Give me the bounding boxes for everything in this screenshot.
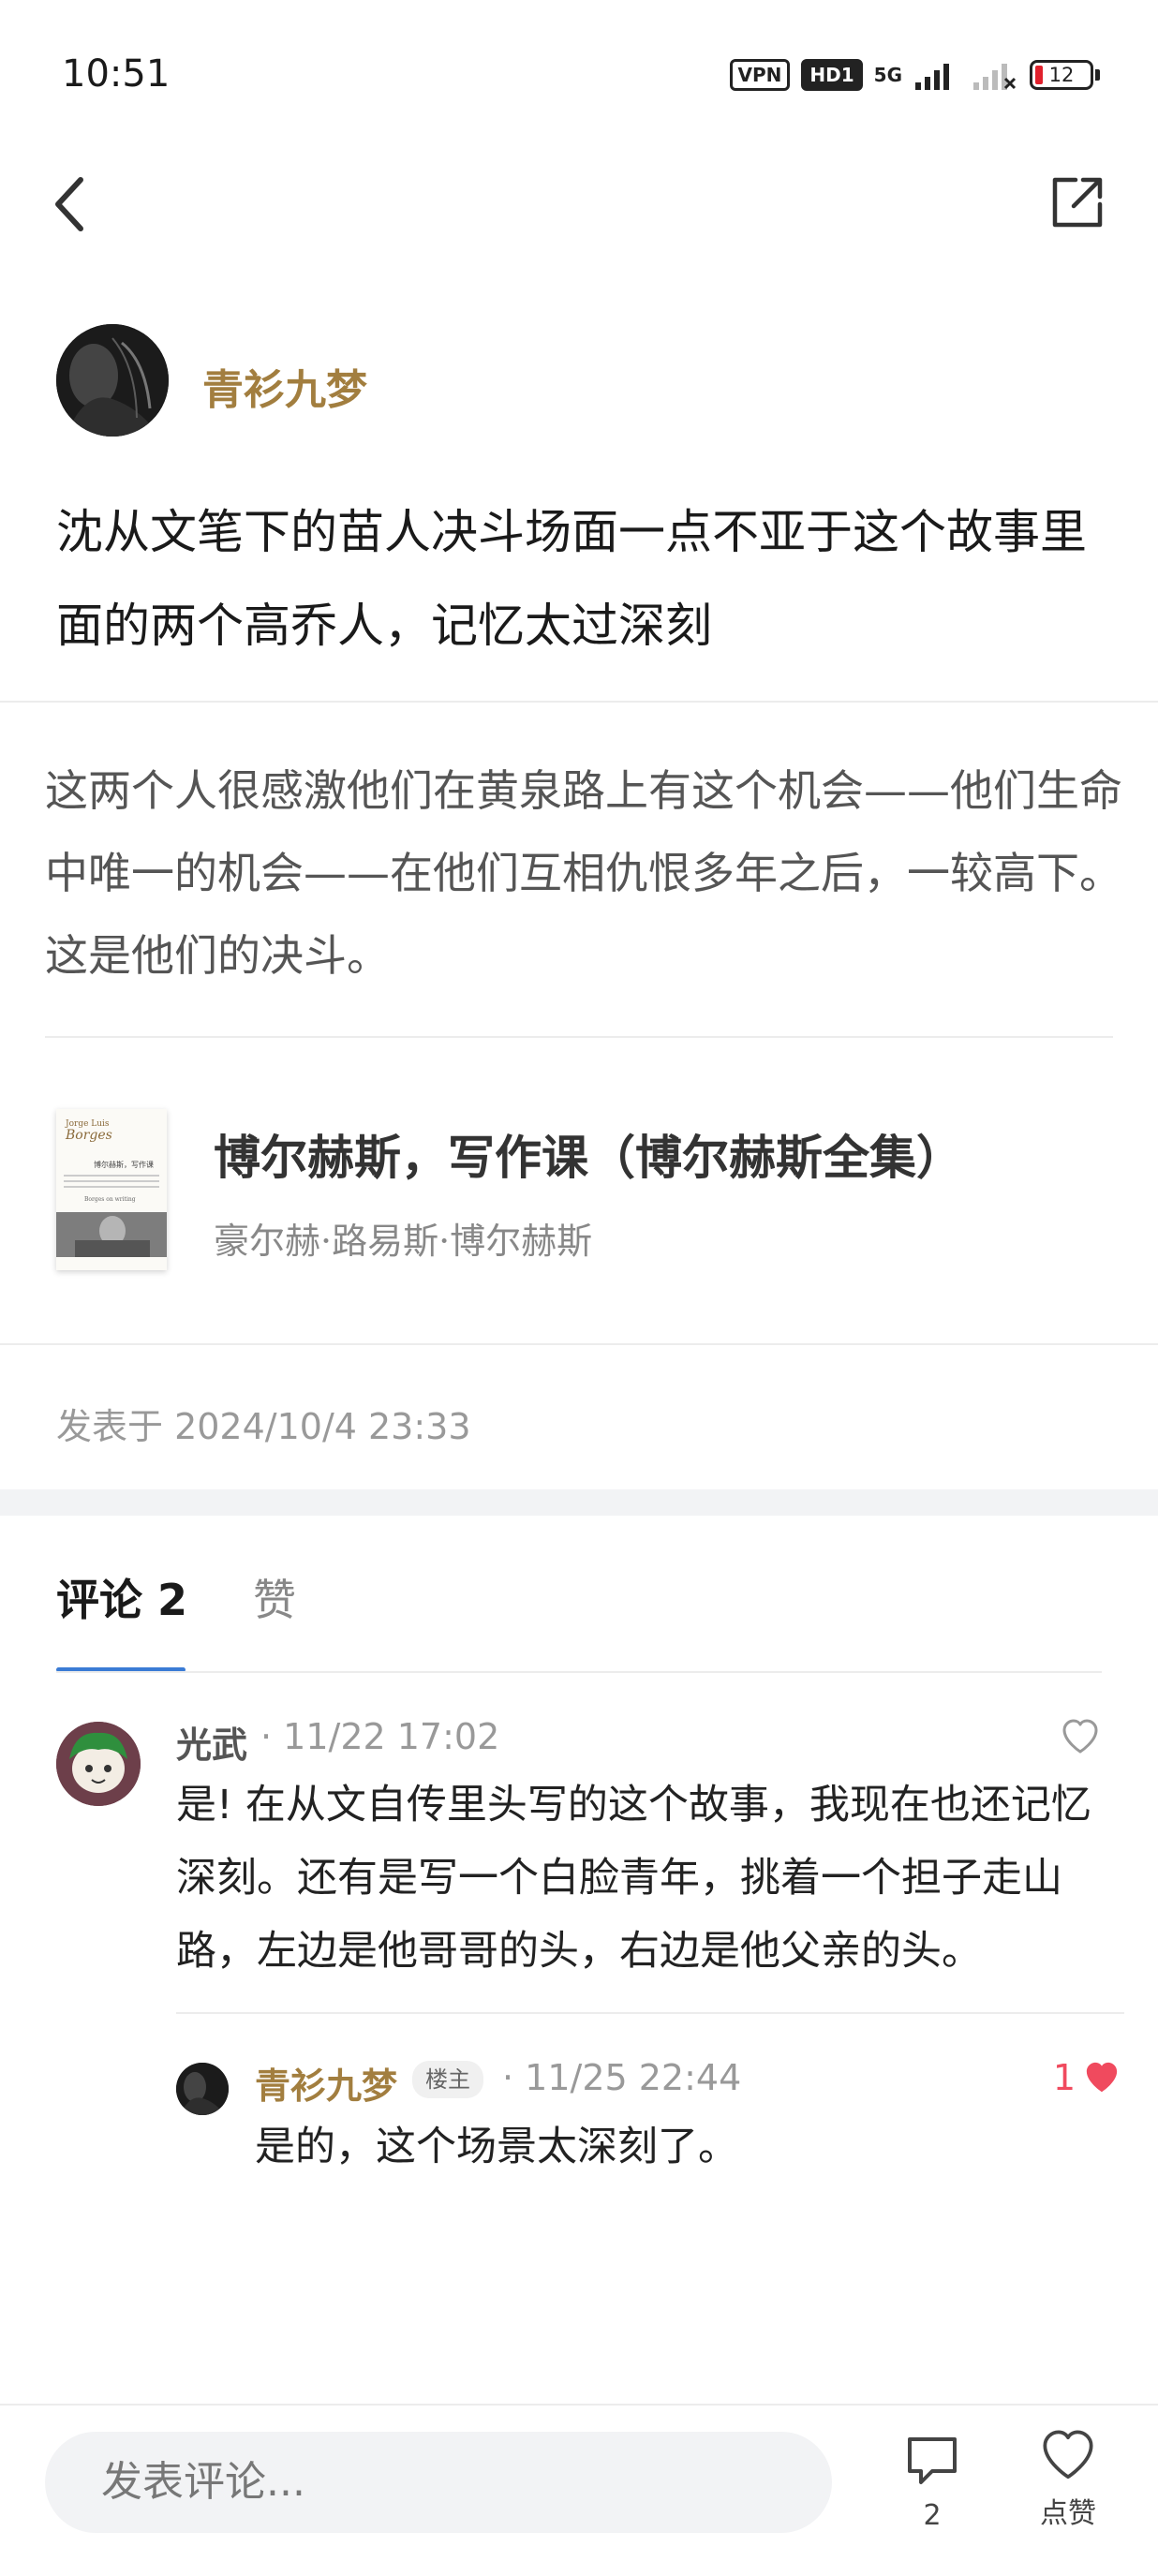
cover-subtitle: Borges on writing (84, 1196, 136, 1203)
share-external-icon[interactable] (1047, 172, 1107, 232)
book-title[interactable]: 博尔赫斯，写作课（博尔赫斯全集） (214, 1120, 963, 1188)
book-cover[interactable]: Jorge Luis Borges 博尔赫斯，写作课 Borges on wri… (56, 1109, 167, 1270)
reply-author[interactable]: 青衫九梦 (255, 2057, 397, 2109)
like-button[interactable]: 点赞 (1031, 2428, 1106, 2531)
post-title: 沈从文笔下的苗人决斗场面一点不亚于这个故事里面的两个高乔人，记忆太过深刻 (56, 505, 1087, 653)
comment-text: 是! 在从文自传里头写的这个故事，我现在也还记忆深刻。还有是写一个白脸青年，挑着… (176, 1782, 1091, 1975)
reply-like-count: 1 (1052, 2057, 1076, 2098)
heart-outline-icon[interactable] (1061, 1718, 1100, 1755)
divider (0, 2404, 1158, 2406)
heart-filled-icon (1086, 2062, 1118, 2093)
quoted-passage: 这两个人很感激他们在黄泉路上有这个机会——他们生命中唯一的机会——在他们互相仇恨… (45, 765, 1122, 981)
hd-icon: HD1 (801, 59, 863, 91)
network-type-label: 5G (873, 64, 902, 86)
cover-title: 博尔赫斯，写作课 (94, 1160, 154, 1169)
divider (56, 1671, 1102, 1673)
reply-text: 是的，这个场景太深刻了。 (255, 2124, 738, 2170)
comment-author[interactable]: 光武 (176, 1716, 247, 1768)
tab-comments[interactable]: 评论 2 (56, 1566, 187, 1628)
comment-bubble-icon (908, 2437, 957, 2484)
comment-count: 2 (923, 2499, 942, 2532)
divider (0, 1343, 1158, 1345)
status-time: 10:51 (62, 52, 171, 96)
reply-time: · 11/25 22:44 (502, 2057, 742, 2098)
divider (0, 701, 1158, 703)
heart-outline-icon (1043, 2430, 1093, 2480)
battery-icon: 12 (1030, 60, 1100, 90)
battery-level: 12 (1048, 64, 1075, 86)
divider (45, 1036, 1113, 1038)
book-author: 豪尔赫·路易斯·博尔赫斯 (214, 1221, 593, 1262)
like-label: 点赞 (1040, 2497, 1096, 2530)
author-avatar[interactable] (56, 324, 169, 437)
vpn-icon: VPN (729, 59, 791, 91)
chevron-left-icon[interactable] (43, 167, 96, 242)
comment-input[interactable]: 发表评论... (45, 2432, 832, 2533)
publish-time: 发表于 2024/10/4 23:33 (56, 1406, 471, 1447)
status-icons: VPN HD1 5G 12 (729, 58, 1100, 92)
avatar[interactable] (56, 1722, 141, 1806)
op-badge: 楼主 (412, 2061, 483, 2098)
tab-likes[interactable]: 赞 (253, 1566, 296, 1628)
cover-brand: Borges (65, 1128, 112, 1143)
comment-button[interactable]: 2 (899, 2434, 965, 2532)
comment-time: · 11/22 17:02 (260, 1716, 500, 1757)
reply-like-button[interactable]: 1 (1053, 2057, 1121, 2098)
author-name[interactable]: 青衫九梦 (202, 356, 367, 416)
section-separator (0, 1489, 1158, 1516)
avatar[interactable] (176, 2063, 229, 2115)
signal-no-service-icon (973, 64, 1017, 90)
status-bar: 10:51 VPN HD1 5G 12 (0, 0, 1158, 141)
divider (176, 2012, 1124, 2014)
signal-icon (915, 64, 949, 90)
